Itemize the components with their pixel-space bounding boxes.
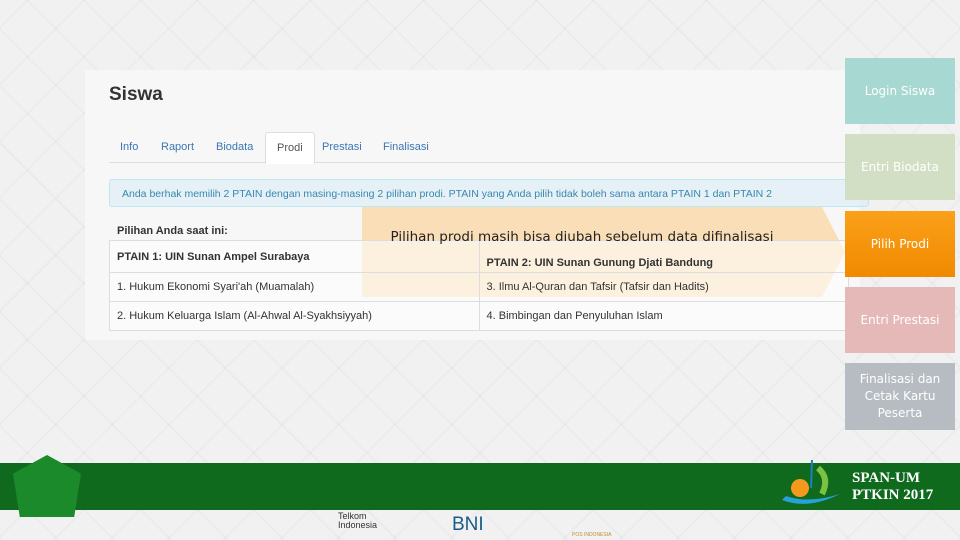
tab-biodata[interactable]: Biodata [205, 132, 264, 162]
tab-finalisasi[interactable]: Finalisasi [372, 132, 440, 162]
sponsor-bni: BNI [452, 514, 484, 535]
portal-screenshot: Siswa Info Raport Biodata Prodi Prestasi… [85, 70, 869, 340]
ptain1-cell: PTAIN 1: UIN Sunan Ampel Surabaya [109, 240, 480, 273]
table-row: 1. Hukum Ekonomi Syari'ah (Muamalah) 3. I… [109, 272, 849, 302]
step-entri-prestasi: Entri Prestasi [845, 287, 955, 353]
prodi-cell: 3. Ilmu Al-Quran dan Tafsir (Tafsir dan … [478, 272, 849, 302]
tab-bar: Info Raport Biodata Prodi Prestasi Final… [109, 132, 859, 164]
tab-prestasi[interactable]: Prestasi [311, 132, 373, 162]
sponsor-pos: POS INDONESIA [572, 532, 612, 538]
table-row: 2. Hukum Keluarga Islam (Al-Ahwal Al-Sya… [109, 301, 849, 331]
brand-line-1: SPAN-UM [852, 470, 921, 486]
ptain2-cell: PTAIN 2: UIN Sunan Gunung Djati Bandung [478, 240, 849, 273]
choice-table: PTAIN 1: UIN Sunan Ampel Surabaya PTAIN 2… [109, 240, 849, 331]
step-entri-biodata: Entri Biodata [845, 134, 955, 200]
step-finalisasi: Finalisasi dan Cetak Kartu Peserta [845, 363, 955, 430]
span-um-logo-icon [782, 459, 840, 504]
current-choice-label: Pilihan Anda saat ini: [117, 225, 228, 237]
prodi-cell: 4. Bimbingan dan Penyuluhan Islam [478, 301, 849, 331]
tab-info[interactable]: Info [109, 132, 149, 162]
info-alert: Anda berhak memilih 2 PTAIN dengan masin… [109, 179, 869, 207]
prodi-cell: 2. Hukum Keluarga Islam (Al-Ahwal Al-Sya… [109, 301, 480, 331]
tab-raport[interactable]: Raport [150, 132, 205, 162]
page-title: Siswa [109, 84, 163, 105]
prodi-cell: 1. Hukum Ekonomi Syari'ah (Muamalah) [109, 272, 480, 302]
span-um-brand: SPAN-UM PTKIN 2017 [852, 470, 933, 504]
step-login-siswa: Login Siswa [845, 58, 955, 124]
table-row: PTAIN 1: UIN Sunan Ampel Surabaya PTAIN 2… [109, 240, 849, 273]
callout-text: Pilihan prodi masih bisa diubah sebelum … [390, 229, 774, 245]
step-pilih-prodi: Pilih Prodi [845, 211, 955, 277]
brand-line-2: PTKIN 2017 [852, 487, 934, 503]
sponsor-telkom: Telkom Indonesia [338, 511, 378, 530]
tab-prodi[interactable]: Prodi [265, 132, 315, 164]
